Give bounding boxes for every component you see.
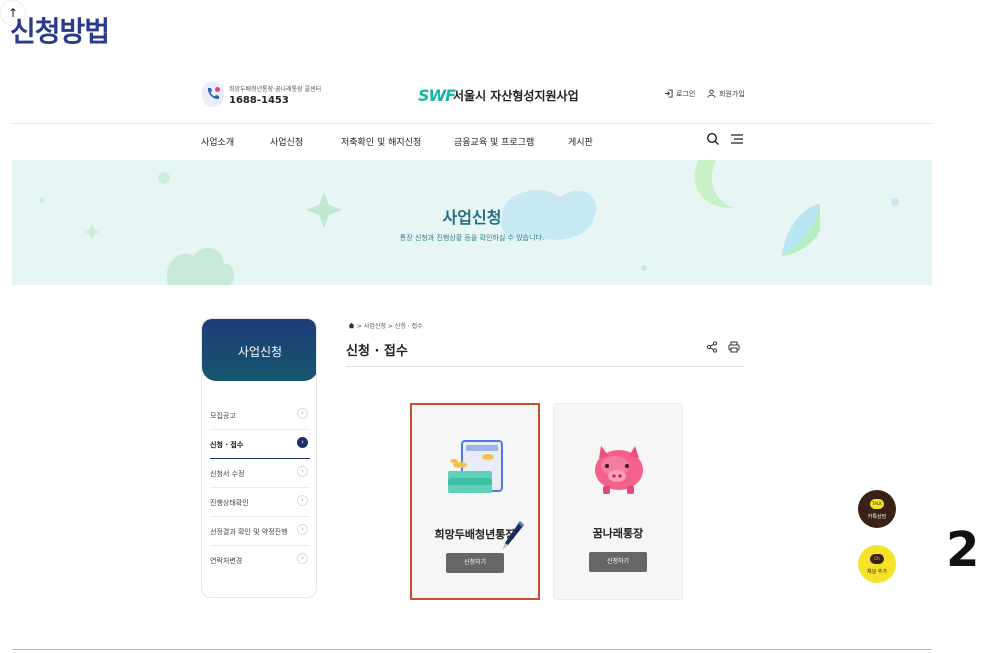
apply-button[interactable]: 신청하기 (446, 553, 504, 573)
channel-label: 채널 추가 (867, 569, 887, 575)
nav-item-apply[interactable]: 사업신청 (270, 135, 303, 148)
piggy-bank-icon (595, 446, 643, 494)
nav-item-savings-check[interactable]: 저축확인 및 해지신청 (341, 135, 421, 148)
chevron-right-icon: › (297, 553, 308, 564)
sidebar-header: 사업신청 (202, 319, 316, 381)
main-nav: 사업소개 사업신청 저축확인 및 해지신청 금융교육 및 프로그램 게시판 (12, 125, 932, 159)
sidebar-item-label: 모집공고 (210, 412, 236, 420)
pen-icon (503, 521, 524, 549)
search-icon[interactable] (706, 132, 720, 146)
talk-badge: TALK (870, 499, 884, 509)
share-icon[interactable] (706, 341, 718, 353)
page-heading: 신청방법 (10, 15, 110, 48)
channel-badge: Ch (870, 554, 884, 564)
sidebar-item-status[interactable]: 진행상태확인 › (210, 488, 310, 517)
sidebar-item-notice[interactable]: 모집공고 › (210, 401, 310, 430)
sidebar-item-edit[interactable]: 신청서 수정 › (210, 459, 310, 488)
step-number: 2 (946, 522, 980, 578)
talk-label: 카톡상담 (867, 514, 887, 520)
card-hope-double-youth-account[interactable]: 희망두배청년통장 신청하기 (410, 403, 540, 600)
bankbook-money-icon (448, 440, 503, 493)
chevron-right-icon: › (297, 466, 308, 477)
print-icon[interactable] (728, 341, 740, 353)
sidebar-item-label: 선정결과 확인 및 약정진행 (210, 528, 288, 536)
breadcrumb-item[interactable]: 사업신청 (364, 323, 386, 330)
website-screenshot: 희망두배청년통장·꿈나래통장 콜센터 1688-1453 SWF 서울시 자산형… (12, 78, 932, 650)
callcenter-number: 1688-1453 (229, 95, 289, 106)
top-header: 희망두배청년통장·꿈나래통장 콜센터 1688-1453 SWF 서울시 자산형… (12, 78, 932, 124)
login-link[interactable]: 로그인 (664, 89, 695, 99)
nav-item-education[interactable]: 금융교육 및 프로그램 (454, 135, 534, 148)
sidebar-item-result[interactable]: 선정결과 확인 및 약정진행 › (210, 517, 310, 546)
signup-link[interactable]: 회원가입 (707, 89, 745, 99)
menu-icon[interactable] (730, 132, 744, 146)
home-icon[interactable] (348, 322, 355, 329)
callcenter-label: 희망두배청년통장·꿈나래통장 콜센터 (229, 86, 322, 93)
login-icon (664, 89, 673, 98)
chevron-right-icon: › (297, 524, 308, 535)
user-icon (707, 89, 716, 98)
login-label: 로그인 (676, 90, 696, 98)
sidebar-item-contact[interactable]: 연락처변경 › (210, 546, 310, 575)
sidebar-item-label: 신청 · 접수 (210, 441, 244, 449)
sidebar-title: 사업신청 (237, 345, 283, 359)
site-name: 서울시 자산형성지원사업 (453, 89, 579, 103)
card-name: 꿈나래통장 (592, 527, 644, 540)
breadcrumb-separator: > (356, 323, 362, 330)
content-title: 신청 · 접수 (346, 344, 408, 359)
signup-label: 회원가입 (719, 90, 745, 98)
sidebar-item-label: 연락처변경 (210, 557, 243, 565)
swf-logo-mark: SWF (418, 86, 456, 105)
phone-icon (202, 81, 224, 107)
chevron-right-icon: › (297, 437, 308, 448)
screenshot-bottom-edge (12, 649, 932, 650)
sidebar-item-label: 신청서 수정 (210, 470, 245, 478)
apply-button[interactable]: 신청하기 (589, 552, 647, 572)
kakao-channel-add-button[interactable]: Ch 채널 추가 (858, 545, 896, 583)
card-dream-wing-account[interactable]: 꿈나래통장 신청하기 (553, 403, 683, 600)
sidebar: 사업신청 모집공고 › 신청 · 접수 › 신청서 수정 › 진행상태확인 › … (201, 318, 317, 598)
breadcrumb-item[interactable]: 신청 · 접수 (395, 323, 423, 330)
banner-subtitle: 통장 신청과 진행상황 등을 확인하실 수 있습니다. (399, 234, 545, 242)
kakao-talk-consult-button[interactable]: TALK 카톡상담 (858, 490, 896, 528)
nav-item-board[interactable]: 게시판 (568, 135, 593, 148)
breadcrumb-separator: > (387, 323, 393, 330)
chevron-right-icon: › (297, 495, 308, 506)
page-banner: 사업신청 통장 신청과 진행상황 등을 확인하실 수 있습니다. (12, 160, 932, 285)
nav-item-about[interactable]: 사업소개 (201, 135, 234, 148)
breadcrumb: > 사업신청 > 신청 · 접수 (348, 321, 423, 330)
banner-title: 사업신청 (442, 208, 502, 227)
title-divider (346, 366, 744, 367)
callcenter-info: 희망두배청년통장·꿈나래통장 콜센터 1688-1453 (202, 81, 342, 111)
chevron-right-icon: › (297, 408, 308, 419)
sidebar-item-label: 진행상태확인 (210, 499, 249, 507)
sidebar-item-apply[interactable]: 신청 · 접수 › (210, 430, 310, 459)
